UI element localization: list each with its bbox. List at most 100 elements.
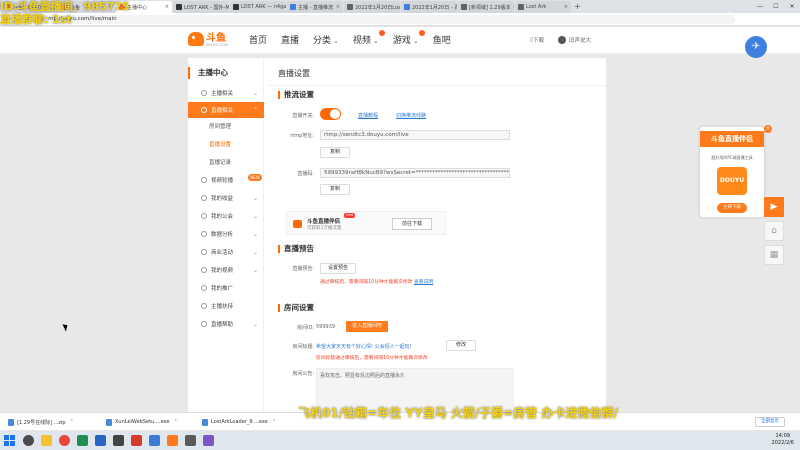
home-icon[interactable]: ⌂ (764, 221, 784, 241)
sidebar-subitem-live-settings[interactable]: 直播设置 (188, 137, 264, 153)
stream-code-field[interactable]: 5999339raHBkNucB9?wsSecret=*************… (320, 168, 510, 178)
sidebar-item-anchor-support[interactable]: 主播扶持 (188, 298, 264, 314)
chevron-up-icon[interactable]: ⌃ (173, 419, 177, 425)
sidebar-item-label: 视频轮播 (211, 178, 234, 184)
sidebar-item-data-analysis[interactable]: 数据分析 ⌄ (188, 226, 264, 242)
browser-tab[interactable]: 主播 - 直播推流 × (287, 1, 343, 13)
nav-item[interactable]: 首页 (249, 33, 267, 46)
browser-tab[interactable]: [新领域] 1.29版本× (458, 1, 514, 13)
nav-item[interactable]: 分类 (313, 33, 339, 46)
system-clock[interactable]: 14:09 2022/2/6 (772, 433, 794, 447)
chevron-up-icon[interactable]: ⌃ (272, 419, 276, 425)
sidebar-item-label: 商业活动 (211, 250, 234, 256)
app-icon[interactable] (113, 435, 124, 446)
tab-title: 主播中心 (127, 4, 148, 11)
room-id-value: 599939 (316, 324, 336, 330)
nav-item-label: 视频 (352, 36, 371, 46)
sidebar-subitem-live-records[interactable]: 直播记录 (188, 155, 264, 171)
taskbar: 14:09 2022/2/6 (0, 431, 800, 450)
promo-download-button[interactable]: 立即下载 (717, 203, 747, 213)
live-switch-toggle[interactable] (320, 108, 341, 120)
set-notice-button[interactable]: 设置预告 (320, 263, 356, 274)
app-icon[interactable] (149, 435, 160, 446)
browser-tab[interactable]: 2022年1月20日 - 百度× (401, 1, 457, 13)
app-icon[interactable] (185, 435, 196, 446)
room-title-value[interactable]: 希望大家天天有个好心情! 公会招人一起玩! (316, 343, 412, 350)
douyu-taskbar-icon[interactable] (167, 435, 178, 446)
sidebar-item-my-earnings[interactable]: 我的收益 ⌄ (188, 190, 264, 206)
chrome-icon[interactable] (59, 435, 70, 446)
download-link[interactable]: 下载 (533, 36, 544, 44)
new-tab-button[interactable]: + (574, 1, 581, 13)
sidebar-item-my-videos[interactable]: 我的视频 ⌄ (188, 262, 264, 278)
play-icon[interactable]: ▶ (764, 197, 784, 217)
mouse-cursor-icon (62, 322, 70, 332)
url-input[interactable]: 🔒 mp.douyu.com/live/main (35, 14, 735, 24)
maximize-button[interactable]: ☐ (768, 3, 784, 10)
qr-code-icon[interactable]: ▦ (764, 245, 784, 265)
nav-item[interactable]: 直播 (281, 33, 299, 46)
modify-title-button[interactable]: 修改 (446, 340, 476, 351)
sidebar-item-live-help[interactable]: 直播帮助 ⌄ (188, 316, 264, 332)
download-item[interactable]: [1.29号在线际] ...zip ⌃ (8, 417, 74, 427)
file-icon (106, 418, 112, 426)
nav-item[interactable]: 游戏 (393, 30, 425, 46)
browser-tab[interactable]: Lost Ark × (515, 1, 571, 13)
view-explanation-link[interactable]: 查看说明 (414, 280, 433, 285)
windows-start-icon[interactable] (4, 435, 15, 446)
header-right: ▯ 下载 旧声说大 (530, 36, 591, 44)
close-tab-icon[interactable]: × (562, 4, 568, 10)
switch-line-link[interactable]: 切换推流线路 (396, 112, 426, 119)
download-item[interactable]: XunLeiWebSetu....exe ⌃ (106, 417, 178, 427)
browser-tab[interactable]: LOST ARK — n4gaming× (230, 1, 286, 13)
close-tab-icon[interactable]: × (334, 4, 340, 10)
sidebar-subitem-room-manage[interactable]: 房间管理 (188, 119, 264, 135)
bird-float-icon[interactable]: ✈ (745, 36, 767, 58)
download-item[interactable]: LostArkLoader_9....exe ⌃ (202, 417, 276, 427)
chevron-up-icon[interactable]: ⌃ (70, 419, 74, 425)
username[interactable]: 旧声说大 (569, 36, 591, 44)
sidebar-item-label: 我的收益 (211, 196, 234, 202)
chevron-down-icon: ⌄ (252, 194, 258, 202)
copy-code-button[interactable]: 复制 (320, 184, 350, 195)
sidebar-item-business-events[interactable]: 商业活动 ⌄ (188, 244, 264, 260)
live-tutorial-link[interactable]: 直播教程 (358, 112, 378, 119)
folder-icon[interactable] (41, 435, 52, 446)
search-icon[interactable] (23, 435, 34, 446)
tab-title: 2022年1月20日Lost Ark (355, 4, 400, 11)
close-window-button[interactable]: ✕ (784, 3, 800, 10)
close-tab-icon[interactable]: × (511, 4, 514, 10)
nav-item[interactable]: 视频 (352, 30, 385, 46)
video-icon (201, 177, 207, 183)
download-filename: LostArkLoader_9....exe (211, 419, 268, 425)
close-tab-icon[interactable]: × (163, 4, 169, 10)
app-icon[interactable] (203, 435, 214, 446)
announcement-label: 房间公告: (292, 371, 314, 377)
copy-rtmp-button[interactable]: 复制 (320, 147, 350, 158)
enter-room-button[interactable]: 进入直播间吧 (346, 321, 388, 332)
douyu-logo[interactable]: 斗鱼 DOUYU.COM (188, 32, 228, 47)
tab-title: Lost Ark (526, 4, 547, 10)
sidebar-item-live-related[interactable]: 直播相关 ⌃ (188, 102, 264, 118)
close-icon[interactable]: × (764, 125, 772, 133)
nav-item[interactable]: 鱼吧 (433, 33, 451, 46)
app-icon[interactable] (131, 435, 142, 446)
room-id-label: 房间ID: (296, 325, 314, 331)
avatar[interactable] (558, 36, 567, 44)
chevron-down-icon: ⌄ (252, 320, 258, 328)
sidebar-item-anchor-related[interactable]: 主播相关 ⌄ (188, 85, 264, 101)
app-icon[interactable] (95, 435, 106, 446)
minimize-button[interactable]: — (752, 3, 768, 10)
chevron-down-icon: ⌄ (252, 212, 258, 220)
room-title-label: 房间标题: (292, 344, 314, 350)
sidebar-item-my-guild[interactable]: 我的公会 ⌄ (188, 208, 264, 224)
rtmp-address-field[interactable]: rtmp://sendtc3.douyu.com/live (320, 130, 510, 140)
sidebar-item-my-promotion[interactable]: 我的推广 (188, 280, 264, 296)
notice-warning-text: 通过审核后，需要间隔10分钟才能再次修改 (320, 280, 413, 285)
app-icon[interactable] (77, 435, 88, 446)
shop-icon (201, 249, 207, 255)
browser-tab[interactable]: 2022年1月20日Lost Ark× (344, 1, 400, 13)
show-all-downloads-button[interactable]: 全部显示 (755, 417, 785, 427)
browser-tab[interactable]: LOST ARK - 国外-MMORPG× (173, 1, 229, 13)
go-download-button[interactable]: 前往下载 (392, 218, 432, 230)
